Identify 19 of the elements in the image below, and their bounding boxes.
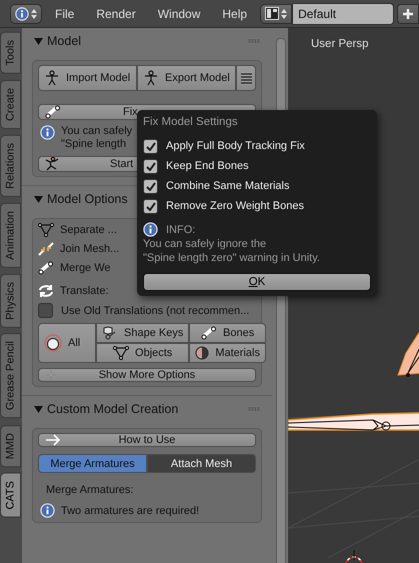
- checkbox-label: Combine Same Materials: [166, 180, 290, 192]
- section-label: Merge Armatures:: [45, 484, 134, 496]
- checkbox-label: Keep End Bones: [166, 160, 249, 172]
- translate-label: Translate:: [60, 285, 109, 297]
- info-text: Two armatures are required!: [61, 504, 200, 516]
- checkbox-label: Use Old Translations (not recommen...: [61, 304, 250, 316]
- view-label: User Persp: [311, 38, 369, 50]
- info-text: You can safely ignore the "Spine length zero" warning in Unity.: [143, 237, 321, 265]
- operation-label: Merge We: [60, 262, 111, 274]
- info-text: You can safely "Spine length: [61, 125, 132, 151]
- checkbox-label: Remove Zero Weight Bones: [166, 200, 304, 212]
- checkbox-label: Apply Full Body Tracking Fix: [166, 140, 305, 152]
- operation-label: Separate ...: [60, 224, 117, 236]
- operation-label: Join Mesh...: [60, 243, 120, 255]
- popup-title: Fix Model Settings: [143, 116, 239, 128]
- panel-title: Custom Model Creation: [47, 402, 178, 416]
- panel-title: Model Options: [47, 192, 128, 206]
- info-title: INFO:: [166, 224, 196, 236]
- panel-title: Model: [47, 34, 82, 48]
